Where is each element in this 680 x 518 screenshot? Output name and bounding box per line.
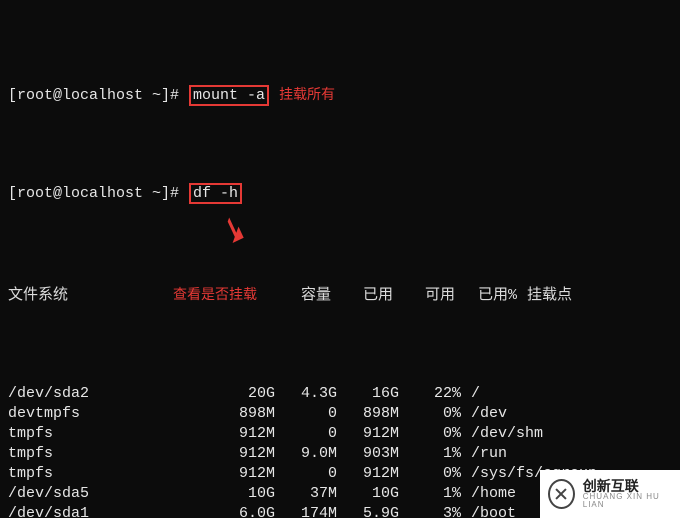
- logo-mark-icon: [548, 479, 575, 509]
- df-row: tmpfs912M9.0M903M1%/run: [8, 444, 672, 464]
- brand-logo: 创新互联 CHUANG XIN HU LIAN: [540, 470, 680, 518]
- shell-prompt: [root@localhost ~]#: [8, 87, 188, 104]
- annotation-check: 查看是否挂载: [173, 286, 257, 302]
- hdr-mnt: 挂载点: [517, 286, 572, 306]
- command-dfh: df -h: [189, 183, 242, 204]
- hdr-size: 容量: [269, 286, 331, 306]
- shell-prompt: [root@localhost ~]#: [8, 185, 188, 202]
- brand-cn: 创新互联: [583, 479, 672, 493]
- brand-en: CHUANG XIN HU LIAN: [583, 493, 672, 509]
- cmd-line-mount: [root@localhost ~]# mount -a 挂载所有: [8, 84, 672, 104]
- df-row: /dev/sda220G4.3G16G22%/: [8, 384, 672, 404]
- hdr-used: 已用: [331, 286, 393, 306]
- hdr-avail: 可用: [393, 286, 455, 306]
- hdr-pct: 已用%: [455, 286, 517, 306]
- df-row: tmpfs912M0912M0%/dev/shm: [8, 424, 672, 444]
- annotation-mount: 挂载所有: [279, 86, 335, 102]
- terminal-window[interactable]: [root@localhost ~]# mount -a 挂载所有 [root@…: [0, 0, 680, 518]
- cmd-line-df: [root@localhost ~]# df -h: [8, 184, 672, 204]
- command-mount: mount -a: [189, 85, 269, 106]
- df-header: 文件系统查看是否挂载容量已用可用已用%挂载点: [8, 284, 672, 304]
- df-row: devtmpfs898M0898M0%/dev: [8, 404, 672, 424]
